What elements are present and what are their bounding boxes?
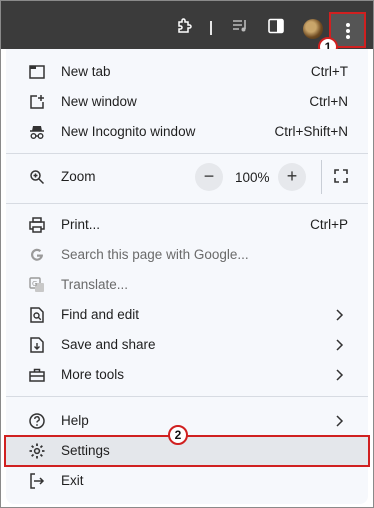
help-icon xyxy=(29,413,45,429)
toolbar-separator xyxy=(210,21,212,35)
print-shortcut: Ctrl+P xyxy=(310,217,348,232)
more-options-icon xyxy=(346,23,350,27)
menu-item-print[interactable]: Print... Ctrl+P xyxy=(6,210,368,240)
chevron-right-icon xyxy=(336,339,344,351)
menu-divider xyxy=(6,203,368,204)
incognito-icon xyxy=(30,126,44,139)
menu-item-new-incognito[interactable]: New Incognito window Ctrl+Shift+N xyxy=(6,117,368,147)
menu-item-more-tools[interactable]: More tools xyxy=(6,360,368,390)
zoom-out-button[interactable]: − xyxy=(195,163,223,191)
chevron-right-icon xyxy=(336,369,344,381)
settings-highlight-box xyxy=(4,435,370,467)
translate-icon: G xyxy=(29,277,44,292)
save-share-label: Save and share xyxy=(61,337,156,352)
new-window-label: New window xyxy=(61,94,137,109)
menu-item-find-edit[interactable]: Find and edit xyxy=(6,300,368,330)
profile-avatar[interactable] xyxy=(303,19,323,39)
new-tab-icon xyxy=(29,65,45,79)
zoom-icon xyxy=(30,170,45,185)
zoom-label: Zoom xyxy=(61,169,96,184)
new-tab-label: New tab xyxy=(61,64,111,79)
menu-item-translate[interactable]: G Translate... xyxy=(6,270,368,300)
find-edit-icon xyxy=(30,307,44,323)
translate-label: Translate... xyxy=(61,277,129,292)
chevron-right-icon xyxy=(336,309,344,321)
menu-item-new-window[interactable]: New window Ctrl+N xyxy=(6,87,368,117)
toolbox-icon xyxy=(29,368,45,382)
help-label: Help xyxy=(61,413,89,428)
zoom-in-button[interactable]: + xyxy=(278,163,306,191)
zoom-level: 100% xyxy=(235,170,270,185)
media-control-icon[interactable] xyxy=(231,17,249,35)
new-tab-shortcut: Ctrl+T xyxy=(310,64,348,79)
menu-item-search-google[interactable]: Search this page with Google... xyxy=(6,240,368,270)
new-window-shortcut: Ctrl+N xyxy=(309,94,348,109)
google-icon xyxy=(31,248,43,261)
find-edit-label: Find and edit xyxy=(61,307,140,322)
exit-label: Exit xyxy=(61,473,84,488)
new-incognito-shortcut: Ctrl+Shift+N xyxy=(274,124,348,139)
more-tools-label: More tools xyxy=(61,367,125,382)
menu-divider xyxy=(6,396,368,397)
menu-item-zoom: Zoom xyxy=(6,162,368,192)
save-share-icon xyxy=(30,337,44,353)
exit-icon xyxy=(30,473,45,489)
step-badge-2: 2 xyxy=(168,425,188,445)
printer-icon xyxy=(29,217,45,233)
svg-text:G: G xyxy=(32,280,37,288)
extension-icon[interactable] xyxy=(176,17,194,35)
menu-item-exit[interactable]: Exit xyxy=(6,466,368,496)
browser-toolbar xyxy=(1,1,373,49)
menu-item-save-share[interactable]: Save and share xyxy=(6,330,368,360)
print-label: Print... xyxy=(61,217,101,232)
menu-item-new-tab[interactable]: New tab Ctrl+T xyxy=(6,57,368,87)
side-panel-icon[interactable] xyxy=(267,17,285,35)
search-google-label: Search this page with Google... xyxy=(61,247,249,262)
zoom-separator xyxy=(321,160,322,194)
fullscreen-icon[interactable] xyxy=(333,168,349,184)
new-incognito-label: New Incognito window xyxy=(61,124,196,139)
new-window-icon xyxy=(30,95,44,109)
chevron-right-icon xyxy=(336,415,344,427)
menu-divider xyxy=(6,153,368,154)
